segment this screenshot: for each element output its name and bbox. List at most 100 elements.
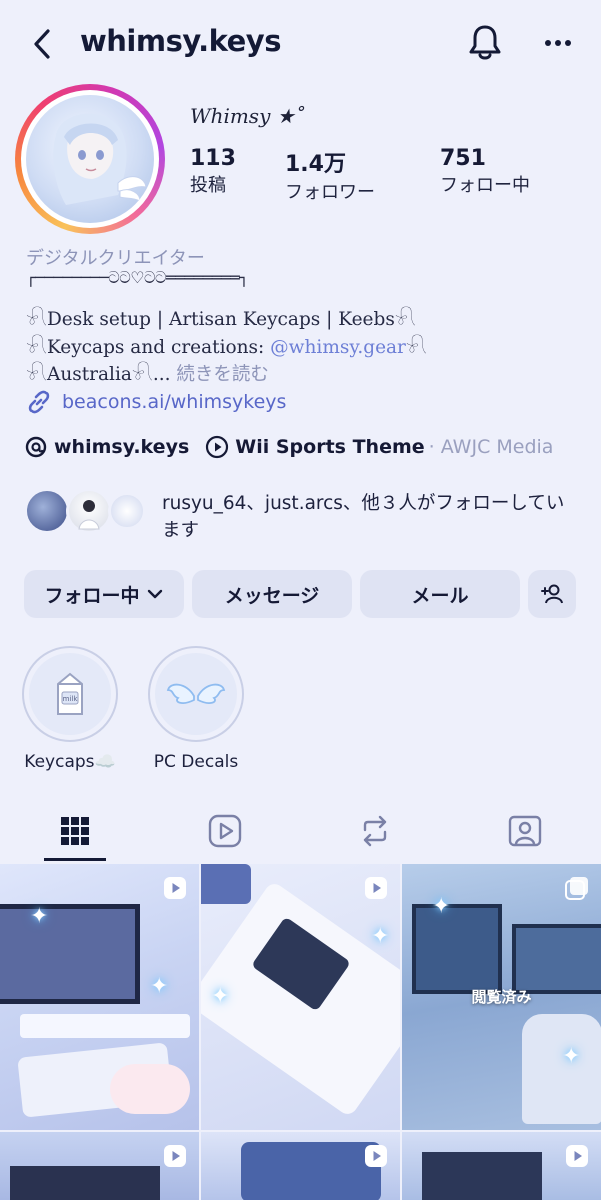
tab-grid[interactable] xyxy=(0,800,150,862)
chair-shape xyxy=(522,1014,601,1124)
sparkle-decoration: ✦ xyxy=(371,924,390,949)
reels-icon xyxy=(365,1145,387,1167)
highlight-pc-decals[interactable] xyxy=(148,646,244,742)
mutual-follower-avatar xyxy=(24,488,70,534)
monitor-shape xyxy=(422,1152,542,1200)
keycaps-shape xyxy=(241,1142,381,1200)
music-title: Wii Sports Theme xyxy=(235,436,425,458)
bio-line-2: 𓍯Keycaps and creations: @whimsy.gear𓍯 xyxy=(26,330,427,360)
mutual-follower-avatar xyxy=(66,488,112,534)
sparkle-decoration: ✦ xyxy=(30,904,49,929)
multi-image-icon xyxy=(565,877,588,900)
music-badge[interactable]: Wii Sports Theme · AWJC Media xyxy=(205,435,553,459)
tagged-person-icon xyxy=(508,815,542,847)
post-tile-partial-3[interactable] xyxy=(402,1132,601,1200)
chevron-down-icon xyxy=(147,589,162,599)
music-artist: · AWJC Media xyxy=(428,436,554,458)
notifications-button[interactable] xyxy=(466,22,504,62)
highlight-keycaps[interactable]: milk xyxy=(22,646,118,742)
suggested-users-button[interactable] xyxy=(528,570,576,618)
post-tile-keyboard[interactable]: ✦ ✦ xyxy=(201,864,400,1130)
following-button-label: フォロー中 xyxy=(44,584,140,607)
active-tab-indicator xyxy=(44,858,106,861)
sparkle-decoration: ✦ xyxy=(562,1044,581,1069)
following-label: フォロー中 xyxy=(440,175,530,196)
post-tile-partial-1[interactable] xyxy=(0,1132,199,1200)
following-button[interactable]: フォロー中 xyxy=(24,570,184,618)
tab-tagged[interactable] xyxy=(450,800,600,862)
display-name: 𝑊ℎ𝑖𝑚𝑠𝑦 ★˚ xyxy=(190,104,305,128)
seen-label: 閲覧済み xyxy=(471,988,532,1006)
reel-indicator xyxy=(364,876,388,900)
threads-badge[interactable]: whimsy.keys xyxy=(24,435,189,459)
reels-icon xyxy=(566,1145,588,1167)
posts-label: 投稿 xyxy=(190,175,226,196)
posts-stat[interactable]: 113 投稿 xyxy=(190,146,236,197)
reel-indicator xyxy=(163,876,187,900)
email-button[interactable]: メール xyxy=(360,570,520,618)
highlight-keycaps-label: Keycaps☁️ xyxy=(24,752,116,772)
bio-line-2-text: 𓍯Keycaps and creations: xyxy=(26,337,271,358)
content-tabs xyxy=(0,800,601,862)
avatar-illustration xyxy=(26,95,154,223)
profile-category: デジタルクリエイター xyxy=(26,248,205,269)
posts-count: 113 xyxy=(190,146,236,171)
message-button[interactable]: メッセージ xyxy=(192,570,352,618)
reels-icon xyxy=(164,877,186,899)
tab-reposts[interactable] xyxy=(300,800,450,862)
read-more-link[interactable]: 続きを読む xyxy=(176,364,269,385)
wings-icon xyxy=(166,683,226,704)
profile-header: whimsy.keys xyxy=(0,0,601,88)
following-count: 751 xyxy=(440,146,486,171)
highlight-pc-decals-label: PC Decals xyxy=(153,752,239,772)
grid-icon xyxy=(61,817,89,845)
bell-icon xyxy=(469,25,501,60)
sparkle-decoration: ✦ xyxy=(432,894,451,919)
post-tile-partial-2[interactable] xyxy=(201,1132,400,1200)
keycaps-shape xyxy=(201,864,251,904)
link-icon xyxy=(28,390,50,414)
reels-icon xyxy=(365,877,387,899)
message-button-label: メッセージ xyxy=(224,584,320,607)
monitor-shape xyxy=(0,904,140,1004)
post-tile-desk-setup[interactable]: ✦ ✦ xyxy=(0,864,199,1130)
reel-indicator xyxy=(565,1144,589,1168)
monitor-shape xyxy=(10,1166,160,1200)
bio-line-2-suffix: 𓍯 xyxy=(405,337,427,358)
profile-link-text: beacons.ai/whimsykeys xyxy=(62,391,287,413)
monitor-shape xyxy=(512,924,601,994)
tab-reels[interactable] xyxy=(150,800,300,862)
threads-music-row: whimsy.keys Wii Sports Theme · AWJC Medi… xyxy=(24,432,553,462)
more-options-button[interactable] xyxy=(540,28,576,58)
threads-handle: whimsy.keys xyxy=(54,436,190,458)
back-button[interactable] xyxy=(28,26,60,62)
more-horizontal-icon xyxy=(545,40,571,46)
followers-stat[interactable]: 1.4万 フォロワー xyxy=(285,146,375,204)
email-button-label: メール xyxy=(411,584,469,607)
threads-icon xyxy=(25,436,47,458)
reel-indicator xyxy=(565,876,589,900)
profile-link[interactable]: beacons.ai/whimsykeys xyxy=(26,388,286,416)
bio-line-3: 𓍯Australia𓍯... 続きを読む xyxy=(26,357,269,387)
followers-label: フォロワー xyxy=(285,182,375,203)
reel-indicator xyxy=(163,1144,187,1168)
followers-count: 1.4万 xyxy=(285,152,346,177)
chevron-left-icon xyxy=(34,29,50,59)
reels-icon xyxy=(208,814,242,848)
monitor-shape xyxy=(412,904,502,994)
reels-icon xyxy=(164,1145,186,1167)
hand-shape xyxy=(110,1064,190,1114)
bio-line-1: 𓍯Desk setup | Artisan Keycaps | Keebs𓍯 xyxy=(26,309,416,330)
sparkle-decoration: ✦ xyxy=(150,974,169,999)
post-tile-room[interactable]: 閲覧済み ✦ ✦ xyxy=(402,864,601,1130)
add-person-icon xyxy=(541,584,563,604)
repost-icon xyxy=(363,815,387,847)
bio-mention-link[interactable]: @whimsy.gear xyxy=(270,337,406,358)
sparkle-decoration: ✦ xyxy=(211,984,230,1009)
profile-avatar[interactable] xyxy=(15,84,165,234)
mutual-follower-avatar xyxy=(108,492,146,530)
play-circle-icon xyxy=(206,435,229,459)
bio-line-3-text: 𓍯Australia𓍯... xyxy=(26,364,177,385)
following-stat[interactable]: 751 フォロー中 xyxy=(440,146,530,197)
svg-text:milk: milk xyxy=(63,695,79,703)
